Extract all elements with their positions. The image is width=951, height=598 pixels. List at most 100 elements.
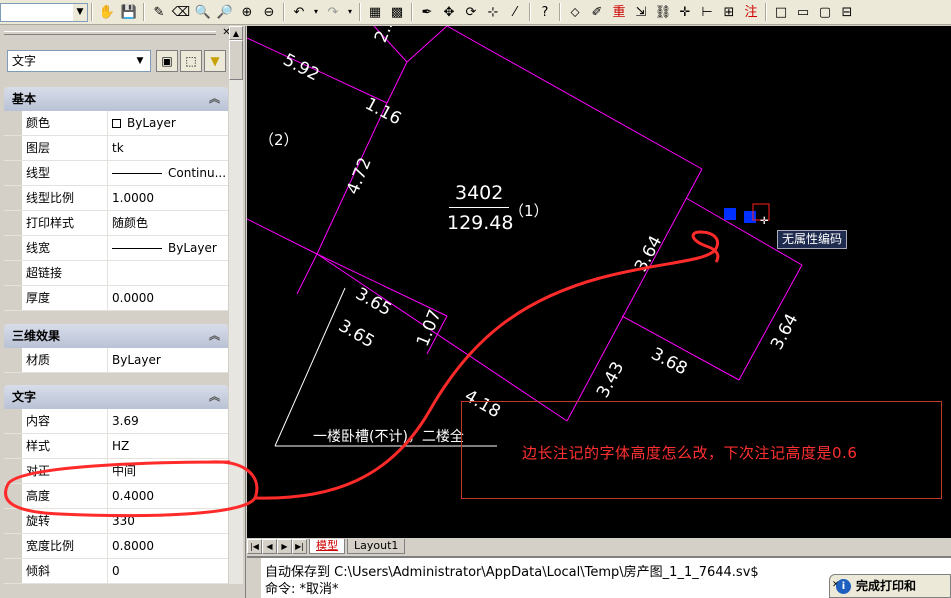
property-row-color[interactable]: 颜色 ByLayer xyxy=(4,111,228,136)
tag-icon[interactable]: ⬦ xyxy=(564,1,586,23)
quick-select-button[interactable]: ▼ xyxy=(204,50,226,72)
property-row-height[interactable]: 高度 0.4000 xyxy=(4,484,228,509)
redo-char-button[interactable]: 重 xyxy=(608,1,630,23)
zoom-all-icon[interactable]: ⊕ xyxy=(236,1,258,23)
property-row-material[interactable]: 材质 ByLayer xyxy=(4,348,228,373)
property-value[interactable]: ByLayer xyxy=(108,111,228,135)
layer-icon[interactable]: ▦ xyxy=(364,1,386,23)
property-row-linetype-scale[interactable]: 线型比例 1.0000 xyxy=(4,186,228,211)
snap-icon[interactable]: ⊹ xyxy=(482,1,504,23)
property-value[interactable]: 0 xyxy=(108,559,228,583)
property-value[interactable] xyxy=(108,261,228,285)
drawing-canvas[interactable]: ✛ 2.39 5.92 1.16 4.72 （2） 3402 129.48 （1… xyxy=(247,26,951,538)
property-value[interactable]: tk xyxy=(108,136,228,160)
command-line-grip[interactable] xyxy=(247,558,261,598)
property-value[interactable]: ByLayer xyxy=(108,236,228,260)
property-value[interactable]: Continu... xyxy=(108,161,228,185)
area-value-label[interactable]: 129.48 xyxy=(447,212,513,234)
tab-model[interactable]: 模型 xyxy=(309,539,345,554)
undo-dropdown-icon[interactable]: ▾ xyxy=(310,1,322,23)
property-row-lineweight[interactable]: 线宽 ByLayer xyxy=(4,236,228,261)
scale-icon[interactable]: ⇲ xyxy=(630,1,652,23)
tab-layout1[interactable]: Layout1 xyxy=(347,539,406,554)
pen-icon[interactable]: ✒ xyxy=(416,1,438,23)
property-value[interactable]: 1.0000 xyxy=(108,186,228,210)
redo-dropdown-icon[interactable]: ▾ xyxy=(344,1,356,23)
palette-grip[interactable] xyxy=(4,31,216,35)
property-row-plot-style[interactable]: 打印样式 随颜色 xyxy=(4,211,228,236)
chevron-down-icon[interactable]: ▼ xyxy=(73,3,87,21)
grid-icon[interactable]: ▩ xyxy=(386,1,408,23)
property-value[interactable]: 随颜色 xyxy=(108,211,228,235)
zoom-realtime-icon[interactable]: 🔍 xyxy=(192,1,214,23)
rotate-icon[interactable]: ⟳ xyxy=(460,1,482,23)
eraser-icon[interactable]: ⌫ xyxy=(170,1,192,23)
property-value[interactable]: 330 xyxy=(108,509,228,533)
rectangle-dash-icon[interactable]: ▭ xyxy=(792,1,814,23)
grip-point-icon[interactable] xyxy=(744,211,756,223)
zoom-window-icon[interactable]: 🔎 xyxy=(214,1,236,23)
first-tab-icon[interactable]: |◀ xyxy=(247,539,262,554)
box-icon[interactable]: ▢ xyxy=(814,1,836,23)
property-value[interactable]: ByLayer xyxy=(108,348,228,372)
parcel-boundary-line[interactable] xyxy=(296,253,318,295)
pan-icon[interactable]: ✋ xyxy=(96,1,118,23)
building-outline-line[interactable] xyxy=(274,287,346,447)
command-prompt-line[interactable]: 命令: *取消* xyxy=(265,578,339,597)
property-row-width-factor[interactable]: 宽度比例 0.8000 xyxy=(4,534,228,559)
parcel-number-label[interactable]: （2） xyxy=(259,129,299,150)
move-icon[interactable]: ✥ xyxy=(438,1,460,23)
collapse-chevron-icon[interactable]: ︽ xyxy=(209,87,220,111)
split-icon[interactable]: ⊟ xyxy=(836,1,858,23)
property-row-thickness[interactable]: 厚度 0.0000 xyxy=(4,286,228,311)
parcel-boundary-line[interactable] xyxy=(406,26,448,63)
property-value[interactable]: 0.8000 xyxy=(108,534,228,558)
section-header-text[interactable]: 文字 ︽ xyxy=(4,385,228,409)
parcel-boundary-line[interactable] xyxy=(386,61,408,104)
object-type-select[interactable]: 文字 ▼ xyxy=(7,50,151,72)
property-value[interactable]: 中间 xyxy=(108,459,228,483)
property-value[interactable]: 3.69 xyxy=(108,409,228,433)
toggle-pickadd-button[interactable]: ▣ xyxy=(156,50,178,72)
cross-icon[interactable]: ✛ xyxy=(674,1,696,23)
property-row-justify[interactable]: 对正 中间 xyxy=(4,459,228,484)
property-row-contents[interactable]: 内容 3.69 xyxy=(4,409,228,434)
help-icon[interactable]: ? xyxy=(534,1,556,23)
last-tab-icon[interactable]: ▶| xyxy=(292,539,307,554)
select-objects-button[interactable]: ⬚ xyxy=(180,50,202,72)
parcel-boundary-line[interactable] xyxy=(247,218,318,255)
area-code-label[interactable]: 3402 xyxy=(455,182,503,204)
save-icon[interactable]: 💾 xyxy=(118,1,140,23)
section-header-basic[interactable]: 基本 ︽ xyxy=(4,87,228,111)
print-complete-notification[interactable]: ✕ i 完成打印和 xyxy=(829,574,951,598)
property-row-layer[interactable]: 图层 tk xyxy=(4,136,228,161)
property-value[interactable]: HZ xyxy=(108,434,228,458)
scroll-up-icon[interactable]: ▲ xyxy=(229,26,243,40)
line-icon[interactable]: ⁄ xyxy=(504,1,526,23)
properties-title-bar[interactable]: ✕ xyxy=(0,26,246,40)
undo-icon[interactable]: ↶ xyxy=(288,1,310,23)
property-row-linetype[interactable]: 线型 Continu... xyxy=(4,161,228,186)
zoom-previous-icon[interactable]: ⊖ xyxy=(258,1,280,23)
next-tab-icon[interactable]: ▶ xyxy=(277,539,292,554)
chain-icon[interactable]: ⛓ xyxy=(652,1,674,23)
chevron-down-icon[interactable]: ▼ xyxy=(132,53,148,69)
collapse-chevron-icon[interactable]: ︽ xyxy=(209,324,220,348)
property-row-oblique[interactable]: 倾斜 0 xyxy=(4,559,228,584)
property-value[interactable]: 0.4000 xyxy=(108,484,228,508)
toolbar-layer-combo[interactable]: ▼ xyxy=(0,2,88,22)
table-icon[interactable]: ⊞ xyxy=(718,1,740,23)
label-icon[interactable]: ⊢ xyxy=(696,1,718,23)
prev-tab-icon[interactable]: ◀ xyxy=(262,539,277,554)
parcel-number-label[interactable]: （1） xyxy=(509,200,549,221)
draw-icon[interactable]: ✐ xyxy=(586,1,608,23)
scroll-thumb[interactable] xyxy=(229,40,243,80)
section-header-3d-effects[interactable]: 三维效果 ︽ xyxy=(4,324,228,348)
property-row-rotation[interactable]: 旋转 330 xyxy=(4,509,228,534)
pencil-icon[interactable]: ✎ xyxy=(148,1,170,23)
parcel-boundary-line[interactable] xyxy=(566,168,703,422)
collapse-chevron-icon[interactable]: ︽ xyxy=(209,385,220,409)
redo-icon[interactable]: ↷ xyxy=(322,1,344,23)
parcel-boundary-line[interactable] xyxy=(446,26,703,170)
note-char-button[interactable]: 注 xyxy=(740,1,762,23)
